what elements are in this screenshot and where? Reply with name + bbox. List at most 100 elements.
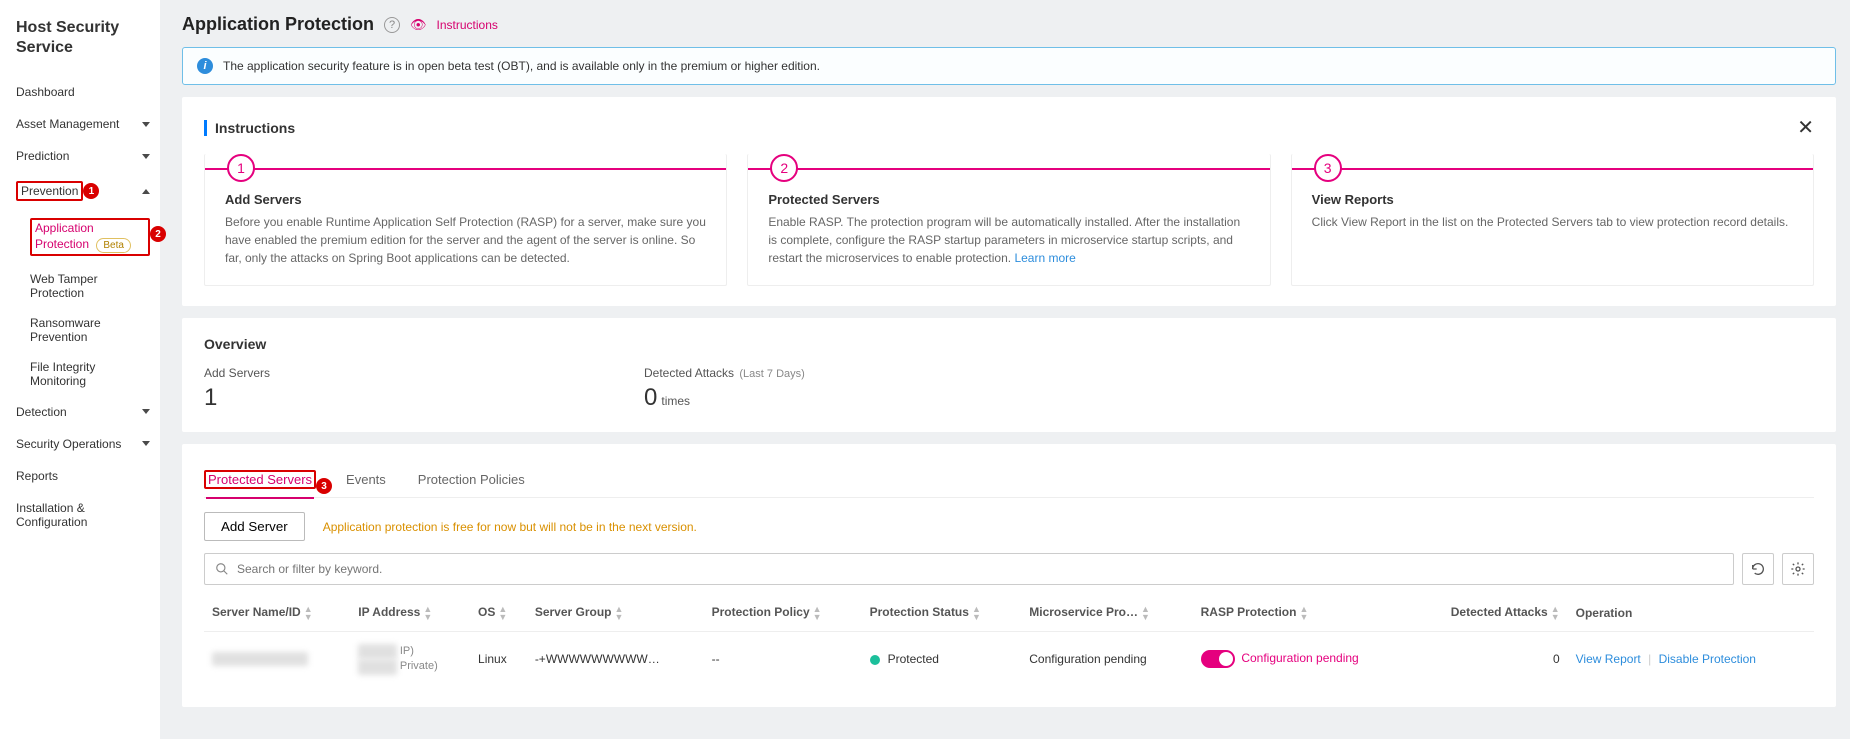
disable-protection-link[interactable]: Disable Protection: [1659, 652, 1756, 666]
refresh-button[interactable]: [1742, 553, 1774, 585]
step-desc: Before you enable Runtime Application Se…: [225, 213, 706, 267]
step-line: [748, 168, 1269, 170]
step-line: [1292, 168, 1813, 170]
col-micro[interactable]: Microservice Pro…▲▼: [1021, 595, 1192, 632]
help-icon[interactable]: ?: [384, 17, 400, 33]
chevron-down-icon: [142, 441, 150, 446]
cell-ip: xxxxxxx IP) xxxxxxx Private): [350, 632, 470, 687]
cell-rasp: Configuration pending: [1193, 632, 1411, 687]
chevron-down-icon: [142, 122, 150, 127]
sort-icon: ▲▼: [1299, 605, 1308, 621]
eye-icon: 👁: [410, 17, 427, 33]
sidebar-item-prevention[interactable]: Prevention 1: [16, 172, 160, 210]
annotation-badge-1: 1: [83, 183, 99, 199]
col-status[interactable]: Protection Status▲▼: [862, 595, 1022, 632]
sort-icon: ▲▼: [1551, 605, 1560, 621]
add-server-button[interactable]: Add Server: [204, 512, 305, 541]
cell-attacks: 0: [1411, 632, 1568, 687]
annotation-badge-2: 2: [150, 226, 166, 242]
sidebar-item-label: Reports: [16, 469, 58, 483]
gear-icon: [1790, 561, 1806, 577]
sidebar-item-dashboard[interactable]: Dashboard: [16, 76, 160, 108]
sidebar-item-label: Security Operations: [16, 437, 121, 451]
col-server-name[interactable]: Server Name/ID▲▼: [204, 595, 350, 632]
sidebar-item-asset-management[interactable]: Asset Management: [16, 108, 160, 140]
col-os[interactable]: OS▲▼: [470, 595, 527, 632]
close-icon[interactable]: ✕: [1797, 115, 1814, 140]
overview-value: 0times: [644, 384, 805, 412]
instruction-step-3: 3 View Reports Click View Report in the …: [1291, 154, 1814, 286]
view-report-link[interactable]: View Report: [1576, 652, 1641, 666]
step-number: 2: [770, 154, 798, 182]
step-desc: Enable RASP. The protection program will…: [768, 213, 1249, 267]
separator: |: [1648, 652, 1651, 666]
step-title: Protected Servers: [768, 192, 1249, 207]
sidebar-sub-prevention: Application Protection Beta 2 Web Tamper…: [16, 210, 160, 396]
sidebar-item-installation[interactable]: Installation & Configuration: [16, 492, 160, 538]
tab-events[interactable]: Events: [344, 462, 388, 497]
step-number: 1: [227, 154, 255, 182]
settings-button[interactable]: [1782, 553, 1814, 585]
tab-protected-servers[interactable]: Protected Servers: [206, 462, 314, 499]
info-text: The application security feature is in o…: [223, 59, 820, 73]
cell-operation: View Report | Disable Protection: [1568, 632, 1814, 687]
status-dot-icon: [870, 655, 880, 665]
sort-icon: ▲▼: [498, 605, 507, 621]
sidebar-item-reports[interactable]: Reports: [16, 460, 160, 492]
cell-micro: Configuration pending: [1021, 632, 1192, 687]
instructions-link[interactable]: Instructions: [437, 18, 498, 32]
sort-icon: ▲▼: [423, 605, 432, 621]
cell-policy: --: [704, 632, 862, 687]
step-desc: Click View Report in the list on the Pro…: [1312, 213, 1793, 231]
sidebar-item-web-tamper[interactable]: Web Tamper Protection: [30, 264, 160, 308]
sidebar-item-label: Ransomware Prevention: [30, 316, 150, 344]
sidebar-item-application-protection[interactable]: Application Protection Beta 2: [30, 210, 160, 264]
step-line: [205, 168, 726, 170]
cell-status: Protected: [862, 632, 1022, 687]
col-rasp[interactable]: RASP Protection▲▼: [1193, 595, 1411, 632]
sort-icon: ▲▼: [304, 605, 313, 621]
info-icon: i: [197, 58, 213, 74]
rasp-toggle[interactable]: [1201, 650, 1235, 668]
overview-label: Add Servers: [204, 366, 584, 380]
tabs: Protected Servers 3 Events Protection Po…: [204, 462, 1814, 498]
instruction-step-1: 1 Add Servers Before you enable Runtime …: [204, 154, 727, 286]
sort-icon: ▲▼: [615, 605, 624, 621]
sidebar-item-label: Asset Management: [16, 117, 119, 131]
search-icon: [215, 562, 229, 576]
sidebar-item-prediction[interactable]: Prediction: [16, 140, 160, 172]
sidebar-item-label: Installation & Configuration: [16, 501, 150, 529]
servers-panel: Protected Servers 3 Events Protection Po…: [182, 444, 1836, 707]
sidebar-item-label: Prediction: [16, 149, 69, 163]
sidebar-item-security-operations[interactable]: Security Operations: [16, 428, 160, 460]
tab-protection-policies[interactable]: Protection Policies: [416, 462, 527, 497]
sidebar: Host Security Service Dashboard Asset Ma…: [0, 0, 160, 739]
learn-more-link[interactable]: Learn more: [1014, 251, 1075, 265]
cell-os: Linux: [470, 632, 527, 687]
chevron-down-icon: [142, 409, 150, 414]
sidebar-item-file-integrity[interactable]: File Integrity Monitoring: [30, 352, 160, 396]
instructions-panel: Instructions ✕ 1 Add Servers Before you …: [182, 97, 1836, 306]
col-policy[interactable]: Protection Policy▲▼: [704, 595, 862, 632]
cell-group: -+WWWWWWWWW…: [527, 632, 704, 687]
sidebar-item-detection[interactable]: Detection: [16, 396, 160, 428]
page-title: Application Protection: [182, 14, 374, 35]
step-number: 3: [1314, 154, 1342, 182]
sidebar-item-label: Detection: [16, 405, 67, 419]
sidebar-item-label: Web Tamper Protection: [30, 272, 150, 300]
sidebar-item-label: Prevention: [21, 184, 78, 198]
main-content: Application Protection ? 👁 Instructions …: [160, 0, 1850, 739]
col-ip[interactable]: IP Address▲▼: [350, 595, 470, 632]
overview-detected-attacks: Detected Attacks (Last 7 Days) 0times: [644, 366, 805, 412]
search-input[interactable]: [237, 562, 1723, 576]
col-group[interactable]: Server Group▲▼: [527, 595, 704, 632]
overview-value: 1: [204, 384, 584, 412]
page-header: Application Protection ? 👁 Instructions: [182, 14, 1836, 35]
table-row: xxxxxxxxxxxxxxxx xxxxxxx IP) xxxxxxx Pri…: [204, 632, 1814, 687]
instruction-step-2: 2 Protected Servers Enable RASP. The pro…: [747, 154, 1270, 286]
chevron-down-icon: [142, 154, 150, 159]
col-attacks[interactable]: Detected Attacks▲▼: [1411, 595, 1568, 632]
search-box[interactable]: [204, 553, 1734, 585]
sidebar-item-ransomware[interactable]: Ransomware Prevention: [30, 308, 160, 352]
beta-badge: Beta: [96, 238, 131, 253]
